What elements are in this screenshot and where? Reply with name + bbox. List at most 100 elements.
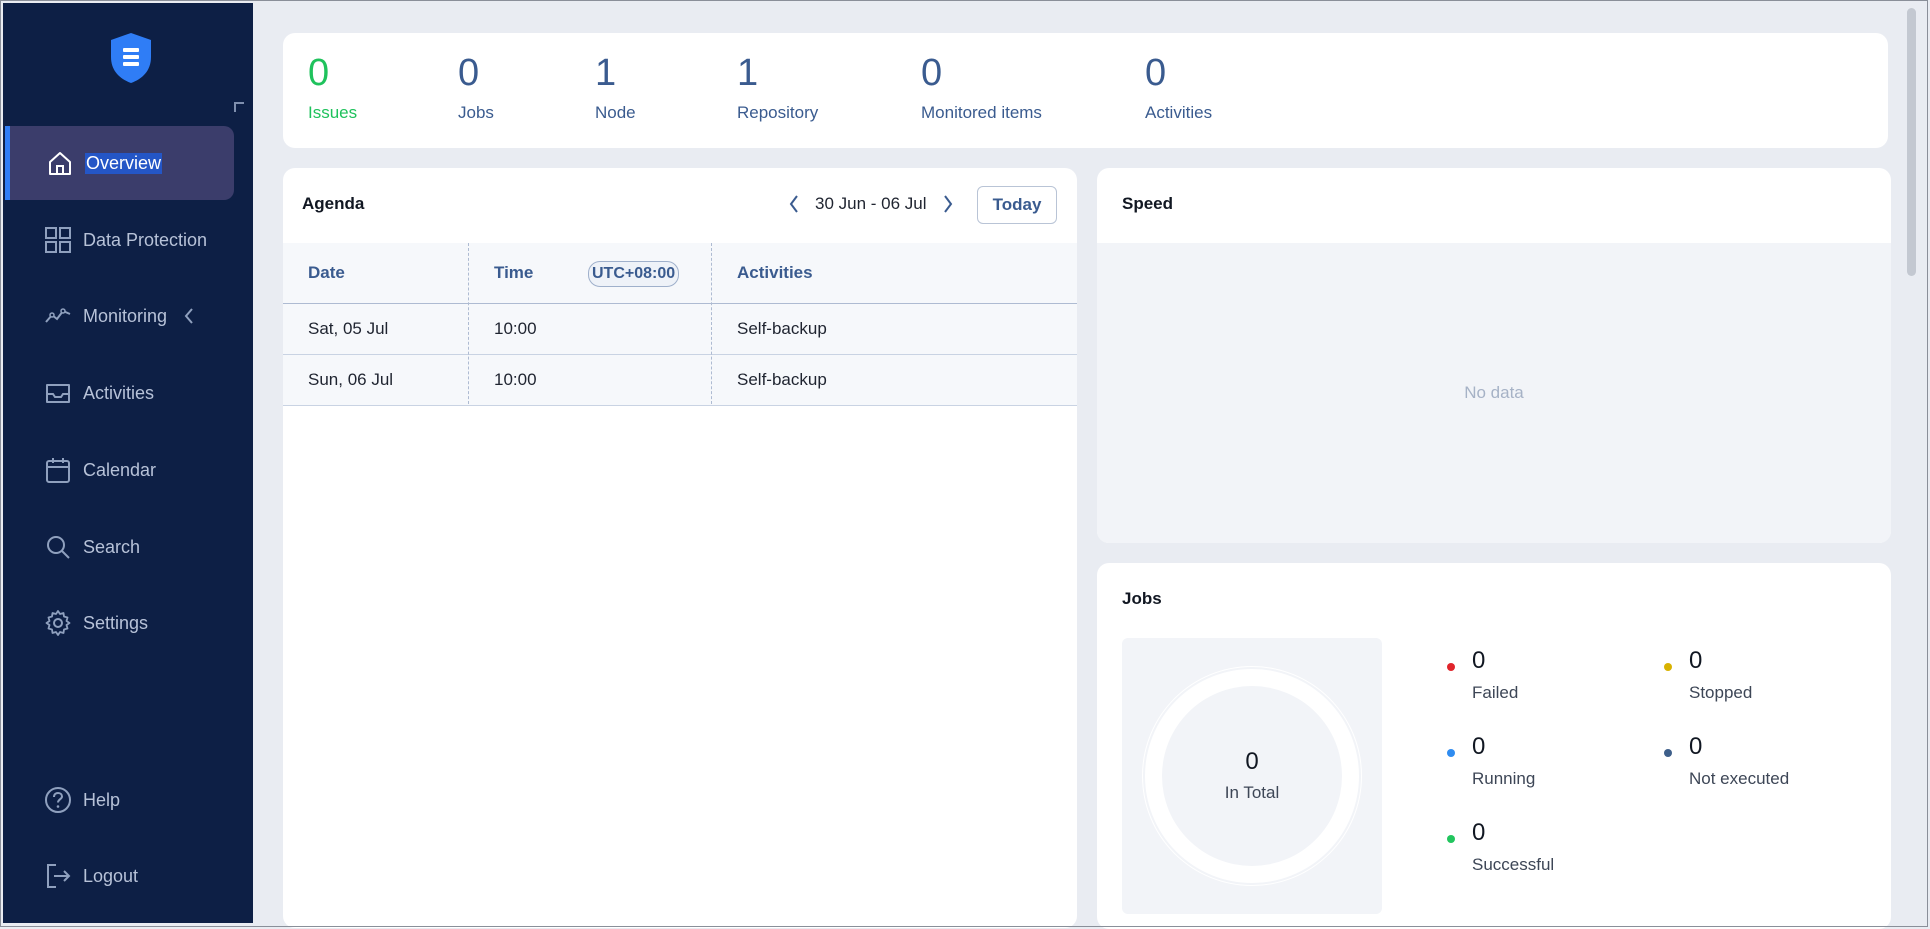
grid-icon xyxy=(43,225,73,255)
logout-icon xyxy=(43,861,73,891)
column-divider xyxy=(711,243,712,404)
speed-card: Speed No data xyxy=(1097,168,1891,543)
summary-bar: 0 Issues 0 Jobs 1 Node 1 Repository 0 Mo… xyxy=(283,33,1888,148)
sidebar-collapse-toggle[interactable] xyxy=(234,102,244,112)
sidebar-item-logout[interactable]: Logout xyxy=(3,839,233,913)
sidebar-item-label: Data Protection xyxy=(83,229,208,250)
table-row[interactable]: Sat, 05 Jul 10:00 Self-backup xyxy=(283,304,1077,355)
status-dot-icon xyxy=(1447,835,1455,843)
legend-value: 0 xyxy=(1472,819,1486,846)
cell-activity: Self-backup xyxy=(737,370,827,389)
sidebar-item-label: Search xyxy=(83,536,141,557)
legend-label: Failed xyxy=(1472,683,1519,702)
inbox-icon xyxy=(43,378,73,408)
table-header: Date Time UTC+08:00 Activities xyxy=(283,243,1077,304)
jobs-total-value: 0 xyxy=(1245,748,1259,775)
legend-label: Stopped xyxy=(1689,683,1753,702)
chevron-left-icon[interactable] xyxy=(183,306,195,326)
sidebar-item-label: Help xyxy=(83,789,121,810)
stat-jobs[interactable]: 0 Jobs xyxy=(458,51,494,123)
week-navigator: 30 Jun - 06 Jul xyxy=(783,191,959,217)
chevron-right-icon[interactable] xyxy=(937,191,959,217)
app-logo[interactable] xyxy=(107,31,155,85)
jobs-card: Jobs 0 In Total 0 Failed 0 Stopped 0 Run… xyxy=(1097,563,1891,929)
stat-label: Activities xyxy=(1145,103,1213,122)
activity-line-icon xyxy=(43,301,73,331)
empty-state-text: No data xyxy=(1464,383,1524,402)
sidebar-item-label: Logout xyxy=(83,865,139,886)
cell-date: Sun, 06 Jul xyxy=(308,370,394,389)
status-dot-icon xyxy=(1447,663,1455,671)
sidebar-item-calendar[interactable]: Calendar xyxy=(3,433,233,507)
stat-repository[interactable]: 1 Repository xyxy=(737,51,818,123)
scrollbar-thumb[interactable] xyxy=(1907,8,1916,276)
sidebar-item-activities[interactable]: Activities xyxy=(3,356,233,430)
stat-monitored-items[interactable]: 0 Monitored items xyxy=(921,51,1042,123)
column-header-time[interactable]: Time xyxy=(494,243,533,303)
legend-label: Running xyxy=(1472,769,1536,788)
legend-label: Not executed xyxy=(1689,769,1790,788)
stat-value: 0 xyxy=(1145,52,1167,94)
today-button[interactable]: Today xyxy=(977,186,1057,224)
sidebar-item-label: Monitoring xyxy=(83,305,168,326)
legend-value: 0 xyxy=(1472,647,1486,674)
sidebar-item-search[interactable]: Search xyxy=(3,510,233,584)
legend-label: Successful xyxy=(1472,855,1555,874)
sidebar-item-monitoring[interactable]: Monitoring xyxy=(3,279,233,353)
sidebar: Overview Data Protection Monitoring Acti… xyxy=(3,3,253,923)
sidebar-item-overview[interactable]: Overview xyxy=(5,126,234,200)
agenda-card: Agenda 30 Jun - 06 Jul Today Date Time U… xyxy=(283,168,1077,928)
status-dot-icon xyxy=(1447,749,1455,757)
home-icon xyxy=(45,148,75,178)
sidebar-item-label: Activities xyxy=(83,382,155,403)
legend-value: 0 xyxy=(1689,647,1703,674)
legend-value: 0 xyxy=(1689,733,1703,760)
jobs-title: Jobs xyxy=(1122,589,1162,608)
cell-time: 10:00 xyxy=(494,319,537,338)
stat-value: 1 xyxy=(737,52,759,94)
agenda-table: Date Time UTC+08:00 Activities Sat, 05 J… xyxy=(283,243,1077,406)
jobs-total-label: In Total xyxy=(1224,783,1280,802)
search-icon xyxy=(43,532,73,562)
agenda-title: Agenda xyxy=(302,194,365,213)
cell-activity: Self-backup xyxy=(737,319,827,338)
sidebar-item-data-protection[interactable]: Data Protection xyxy=(3,203,233,277)
status-dot-icon xyxy=(1664,663,1672,671)
sidebar-item-label: Calendar xyxy=(83,459,157,480)
stat-activities[interactable]: 0 Activities xyxy=(1145,51,1212,123)
week-range-label: 30 Jun - 06 Jul xyxy=(815,194,927,213)
cell-date: Sat, 05 Jul xyxy=(308,319,389,338)
timezone-badge[interactable]: UTC+08:00 xyxy=(588,261,680,287)
stat-value: 0 xyxy=(458,52,480,94)
cell-time: 10:00 xyxy=(494,370,537,389)
table-row[interactable]: Sun, 06 Jul 10:00 Self-backup xyxy=(283,355,1077,406)
stat-label: Repository xyxy=(737,103,819,122)
legend-value: 0 xyxy=(1472,733,1486,760)
sidebar-item-settings[interactable]: Settings xyxy=(3,586,233,660)
column-divider xyxy=(468,243,469,404)
stat-label: Node xyxy=(595,103,636,122)
sidebar-item-label: Settings xyxy=(83,612,149,633)
jobs-donut-panel: 0 In Total xyxy=(1122,638,1382,914)
column-header-activities[interactable]: Activities xyxy=(737,243,813,303)
help-circle-icon xyxy=(43,785,73,815)
stat-value: 1 xyxy=(595,52,617,94)
column-header-date[interactable]: Date xyxy=(308,243,345,303)
stat-label: Jobs xyxy=(458,103,494,122)
shield-logo-icon xyxy=(111,33,151,83)
speed-chart-area: No data xyxy=(1097,243,1891,543)
status-dot-icon xyxy=(1664,749,1672,757)
sidebar-item-help[interactable]: Help xyxy=(3,763,233,837)
stat-value: 0 xyxy=(308,52,330,94)
stat-label: Issues xyxy=(308,103,358,122)
jobs-donut-chart xyxy=(1142,666,1362,886)
stat-label: Monitored items xyxy=(921,103,1042,122)
gear-icon xyxy=(43,608,73,638)
calendar-icon xyxy=(43,455,73,485)
speed-title: Speed xyxy=(1122,194,1174,213)
sidebar-item-label: Overview xyxy=(85,152,163,174)
stat-node[interactable]: 1 Node xyxy=(595,51,636,123)
chevron-left-icon[interactable] xyxy=(783,191,805,217)
stat-issues[interactable]: 0 Issues xyxy=(308,51,357,123)
stat-value: 0 xyxy=(921,52,943,94)
